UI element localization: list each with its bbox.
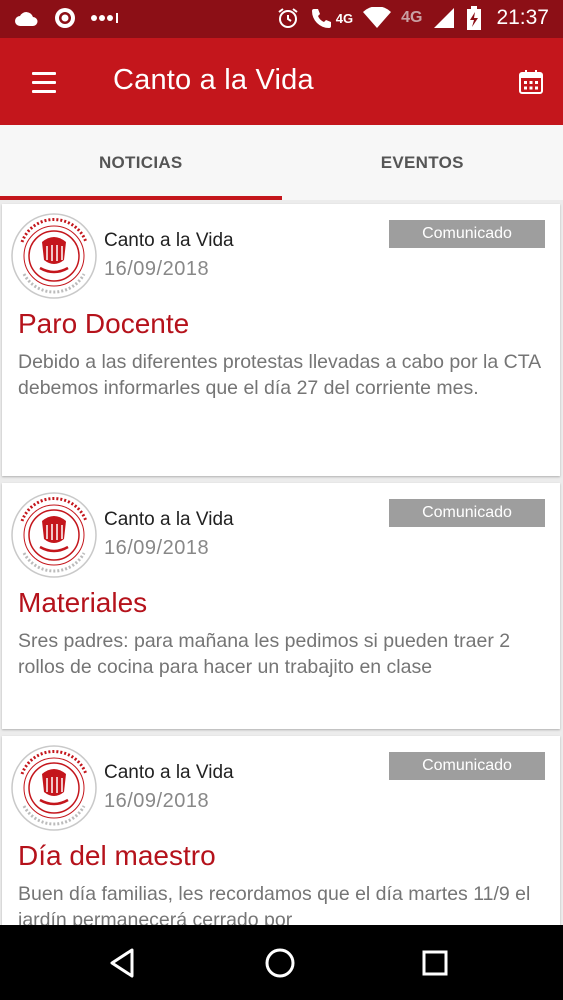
tab-bar: NOTICIAS EVENTOS xyxy=(0,125,563,200)
cloud-icon xyxy=(14,9,40,27)
tab-noticias[interactable]: NOTICIAS xyxy=(0,125,282,200)
category-badge: Comunicado xyxy=(389,220,545,248)
post-title: Paro Docente xyxy=(18,308,190,339)
post-body: Buen día familias, les recordamos que el… xyxy=(18,883,531,925)
post-body: Debido a las diferentes protestas llevad… xyxy=(18,351,541,399)
post-date: 16/09/2018 xyxy=(104,790,210,812)
more-dots-icon xyxy=(90,12,120,24)
alarm-icon xyxy=(276,6,300,30)
wifi-icon xyxy=(363,7,392,29)
app-title: Canto a la Vida xyxy=(113,64,314,96)
news-card[interactable]: Canto a la Vida 16/09/2018 Comunicado Ma… xyxy=(2,483,560,729)
network-type-label-2: 4G xyxy=(401,9,423,26)
school-logo-icon xyxy=(10,744,98,832)
app-bar: Canto a la Vida xyxy=(0,38,563,125)
post-date: 16/09/2018 xyxy=(104,258,210,280)
post-title: Día del maestro xyxy=(18,840,216,871)
clock-time: 21:37 xyxy=(496,6,549,29)
post-author: Canto a la Vida xyxy=(104,509,234,530)
network-type-label: 4G xyxy=(335,10,354,26)
recents-icon[interactable] xyxy=(414,942,456,984)
status-bar: 4G 4G 21:37 xyxy=(0,0,563,38)
post-date: 16/09/2018 xyxy=(104,537,210,559)
target-icon xyxy=(54,7,76,29)
post-author: Canto a la Vida xyxy=(104,762,234,783)
system-nav-bar xyxy=(0,925,563,1000)
menu-icon[interactable] xyxy=(22,64,66,100)
news-card[interactable]: Canto a la Vida 16/09/2018 Comunicado Pa… xyxy=(2,204,560,476)
post-author: Canto a la Vida xyxy=(104,230,234,251)
back-icon[interactable] xyxy=(102,942,144,984)
category-badge: Comunicado xyxy=(389,499,545,527)
school-logo-icon xyxy=(10,212,98,300)
home-icon[interactable] xyxy=(259,942,301,984)
news-card[interactable]: Canto a la Vida 16/09/2018 Comunicado Dí… xyxy=(2,736,560,925)
tab-eventos[interactable]: EVENTOS xyxy=(282,125,563,200)
calendar-icon[interactable] xyxy=(517,68,545,96)
signal-icon xyxy=(432,7,456,29)
category-badge: Comunicado xyxy=(389,752,545,780)
post-title: Materiales xyxy=(18,587,148,618)
news-feed[interactable]: Canto a la Vida 16/09/2018 Comunicado Pa… xyxy=(0,200,563,925)
battery-charging-icon xyxy=(466,6,482,30)
post-body: Sres padres: para mañana les pedimos si … xyxy=(18,630,511,678)
school-logo-icon xyxy=(10,491,98,579)
phone-call-icon: 4G xyxy=(310,6,353,30)
